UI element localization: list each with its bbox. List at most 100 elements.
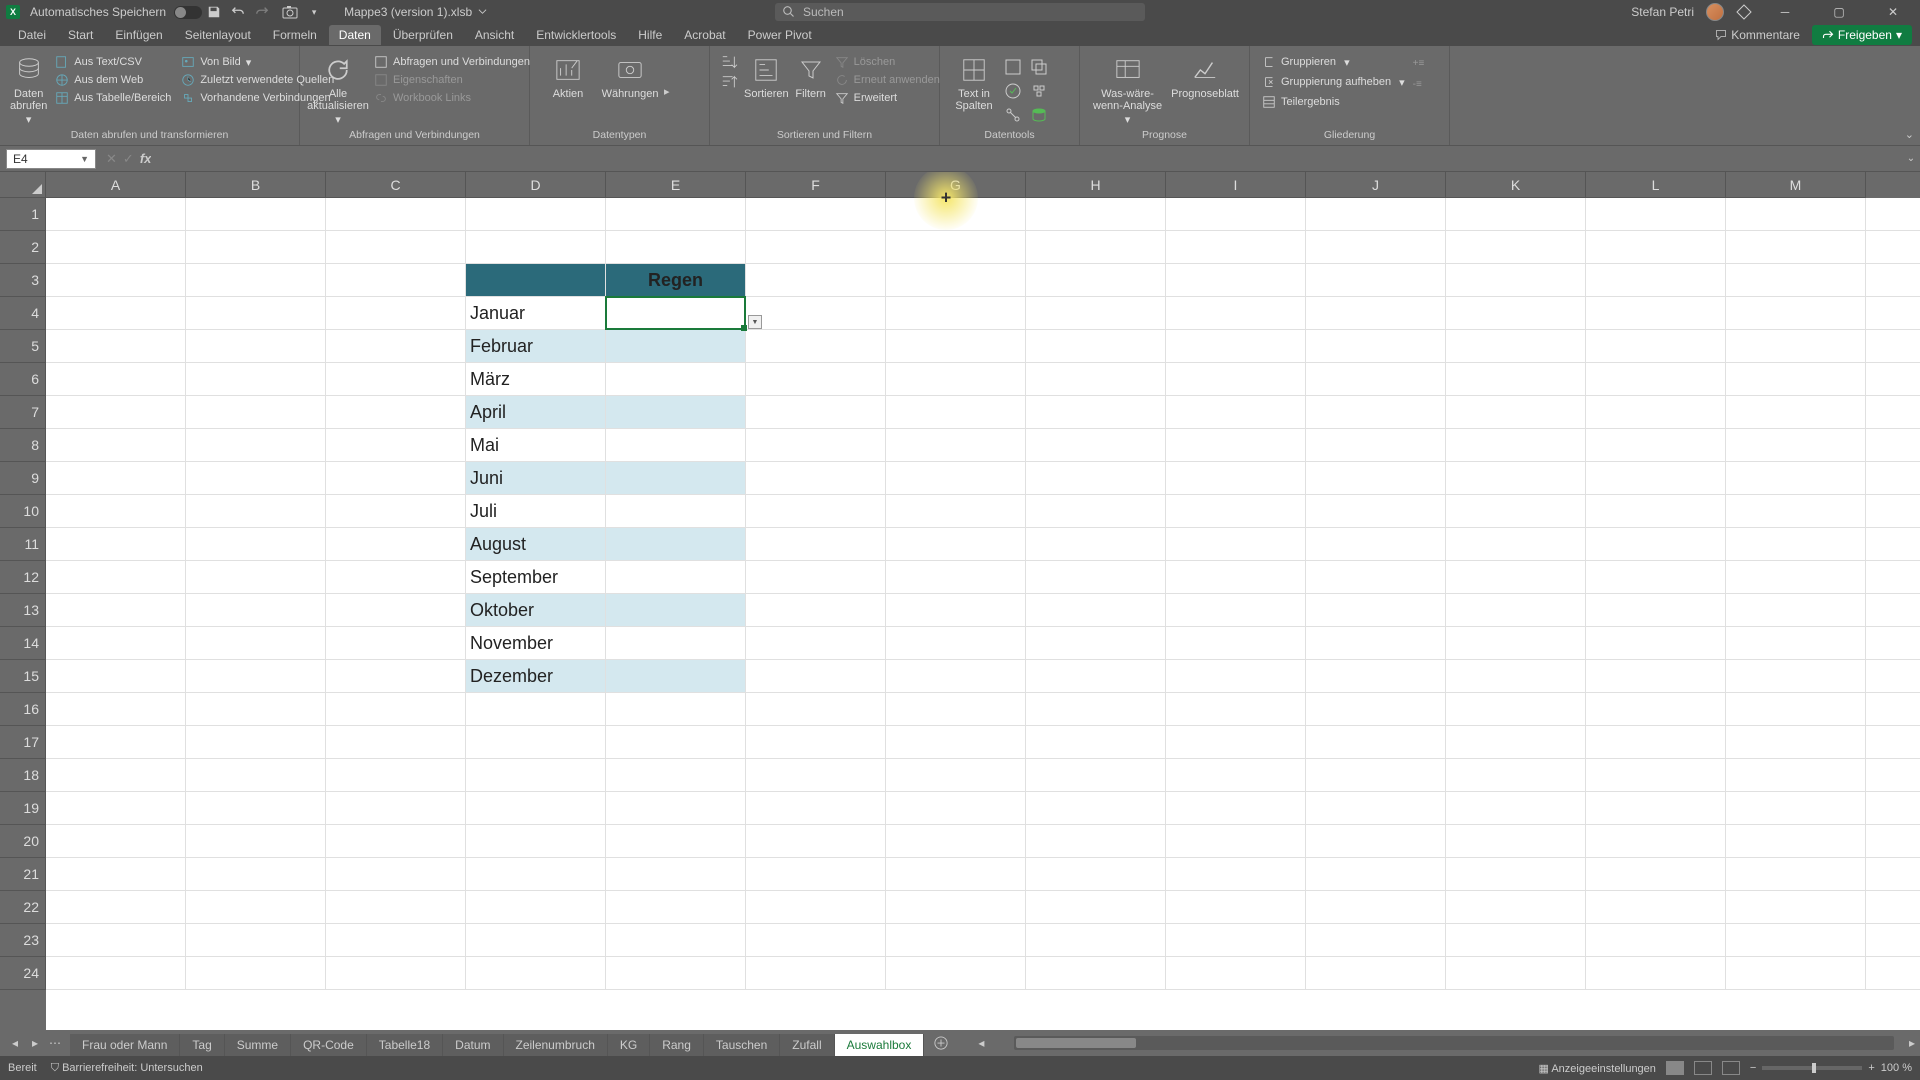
zoom-out-icon[interactable]: −: [1750, 1062, 1756, 1074]
page-layout-view-icon[interactable]: [1694, 1061, 1712, 1075]
menu-tab-formeln[interactable]: Formeln: [263, 25, 327, 45]
display-settings[interactable]: ▦ Anzeigeeinstellungen: [1538, 1062, 1655, 1075]
zoom-control[interactable]: − + 100 %: [1750, 1062, 1912, 1074]
sheet-tab[interactable]: Zufall: [780, 1034, 834, 1056]
consolidate-icon[interactable]: [1030, 82, 1048, 100]
sort-desc-button[interactable]: [720, 74, 738, 90]
cells-area[interactable]: RegenJanuarFebruarMärzAprilMaiJuniJuliAu…: [46, 198, 1920, 1030]
sheet-tab[interactable]: Rang: [650, 1034, 704, 1056]
menu-tab-überprüfen[interactable]: Überprüfen: [383, 25, 463, 45]
relationships-icon[interactable]: [1004, 106, 1022, 124]
menu-tab-einfügen[interactable]: Einfügen: [105, 25, 172, 45]
save-icon[interactable]: [206, 4, 222, 20]
col-header-A[interactable]: A: [46, 172, 186, 198]
fx-icon[interactable]: fx: [140, 151, 152, 166]
from-web[interactable]: Aus dem Web: [53, 72, 173, 88]
row-header-3[interactable]: 3: [0, 264, 46, 297]
refresh-all-button[interactable]: Alle aktualisieren ▾: [310, 54, 366, 126]
sheet-tab[interactable]: Summe: [225, 1034, 291, 1056]
row-header-22[interactable]: 22: [0, 891, 46, 924]
autosave-toggle[interactable]: [174, 6, 202, 19]
sheet-tab[interactable]: Zeilenumbruch: [504, 1034, 608, 1056]
menu-tab-seitenlayout[interactable]: Seitenlayout: [175, 25, 261, 45]
data-validation-dropdown-icon[interactable]: ▼: [748, 315, 762, 329]
col-header-L[interactable]: L: [1586, 172, 1726, 198]
row-header-4[interactable]: 4: [0, 297, 46, 330]
sheet-tab[interactable]: Auswahlbox: [835, 1034, 925, 1056]
get-data-button[interactable]: Daten abrufen ▾: [10, 54, 47, 126]
row-header-5[interactable]: 5: [0, 330, 46, 363]
row-header-13[interactable]: 13: [0, 594, 46, 627]
user-name[interactable]: Stefan Petri: [1631, 5, 1694, 19]
col-header-H[interactable]: H: [1026, 172, 1166, 198]
menu-tab-hilfe[interactable]: Hilfe: [628, 25, 672, 45]
data-model-icon[interactable]: [1030, 106, 1048, 124]
row-header-18[interactable]: 18: [0, 759, 46, 792]
row-header-14[interactable]: 14: [0, 627, 46, 660]
from-table[interactable]: Aus Tabelle/Bereich: [53, 90, 173, 106]
close-button[interactable]: ✕: [1872, 0, 1914, 24]
row-header-24[interactable]: 24: [0, 957, 46, 990]
currencies-button[interactable]: Währungen: [602, 54, 658, 100]
row-header-8[interactable]: 8: [0, 429, 46, 462]
row-headers[interactable]: 123456789101112131415161718192021222324: [0, 198, 46, 1030]
flash-fill-icon[interactable]: [1004, 58, 1022, 76]
zoom-in-icon[interactable]: +: [1868, 1062, 1874, 1074]
from-text-csv[interactable]: Aus Text/CSV: [53, 54, 173, 70]
document-name[interactable]: Mappe3 (version 1).xlsb: [344, 5, 487, 19]
sheet-nav-first-icon[interactable]: ◂: [6, 1036, 24, 1050]
sheet-tab[interactable]: QR-Code: [291, 1034, 367, 1056]
hscroll-right-icon[interactable]: ▸: [1904, 1036, 1920, 1050]
col-header-E[interactable]: E: [606, 172, 746, 198]
sort-button[interactable]: Sortieren: [744, 54, 789, 100]
menu-tab-acrobat[interactable]: Acrobat: [674, 25, 735, 45]
expand-icon[interactable]: +≡: [1413, 58, 1425, 69]
cancel-formula-icon[interactable]: ✕: [106, 151, 117, 167]
advanced-filter[interactable]: Erweitert: [833, 90, 942, 106]
row-header-15[interactable]: 15: [0, 660, 46, 693]
redo-icon[interactable]: [254, 4, 270, 20]
menu-tab-entwicklertools[interactable]: Entwicklertools: [526, 25, 626, 45]
comments-button[interactable]: Kommentare: [1705, 25, 1810, 45]
row-header-11[interactable]: 11: [0, 528, 46, 561]
col-header-B[interactable]: B: [186, 172, 326, 198]
remove-dupes-icon[interactable]: [1030, 58, 1048, 76]
collapse-ribbon-icon[interactable]: ⌄: [1905, 128, 1914, 141]
menu-tab-start[interactable]: Start: [58, 25, 103, 45]
undo-icon[interactable]: [230, 4, 246, 20]
column-headers[interactable]: ABCDEFGHIJKLM: [46, 172, 1920, 198]
accessibility-status[interactable]: ⛉ Barrierefreiheit: Untersuchen: [51, 1062, 203, 1075]
sheet-tab[interactable]: Tabelle18: [367, 1034, 443, 1056]
diamond-icon[interactable]: [1736, 4, 1752, 20]
collapse-icon[interactable]: -≡: [1413, 79, 1425, 90]
sheet-tab[interactable]: KG: [608, 1034, 650, 1056]
normal-view-icon[interactable]: [1666, 1061, 1684, 1075]
name-box[interactable]: E4▼: [6, 149, 96, 169]
menu-tab-daten[interactable]: Daten: [329, 25, 381, 45]
col-header-D[interactable]: D: [466, 172, 606, 198]
select-all-button[interactable]: [0, 172, 46, 198]
add-sheet-button[interactable]: [924, 1032, 958, 1054]
qat-dropdown-icon[interactable]: ▾: [306, 4, 322, 20]
sheet-tab[interactable]: Frau oder Mann: [70, 1034, 180, 1056]
sheet-nav-last-icon[interactable]: ▸: [26, 1036, 44, 1050]
menu-tab-ansicht[interactable]: Ansicht: [465, 25, 524, 45]
menu-tab-datei[interactable]: Datei: [8, 25, 56, 45]
share-button[interactable]: Freigeben ▾: [1812, 25, 1912, 45]
col-header-M[interactable]: M: [1726, 172, 1866, 198]
maximize-button[interactable]: ▢: [1818, 0, 1860, 24]
avatar[interactable]: [1706, 3, 1724, 21]
row-header-16[interactable]: 16: [0, 693, 46, 726]
subtotal-button[interactable]: Teilergebnis: [1260, 94, 1407, 110]
col-header-C[interactable]: C: [326, 172, 466, 198]
stocks-button[interactable]: Aktien: [540, 54, 596, 100]
row-header-17[interactable]: 17: [0, 726, 46, 759]
text-to-columns-button[interactable]: Text in Spalten: [950, 54, 998, 112]
hscroll-left-icon[interactable]: ◂: [978, 1036, 984, 1050]
camera-icon[interactable]: [282, 4, 298, 20]
row-header-6[interactable]: 6: [0, 363, 46, 396]
col-header-J[interactable]: J: [1306, 172, 1446, 198]
row-header-12[interactable]: 12: [0, 561, 46, 594]
accept-formula-icon[interactable]: ✓: [123, 151, 134, 167]
col-header-K[interactable]: K: [1446, 172, 1586, 198]
